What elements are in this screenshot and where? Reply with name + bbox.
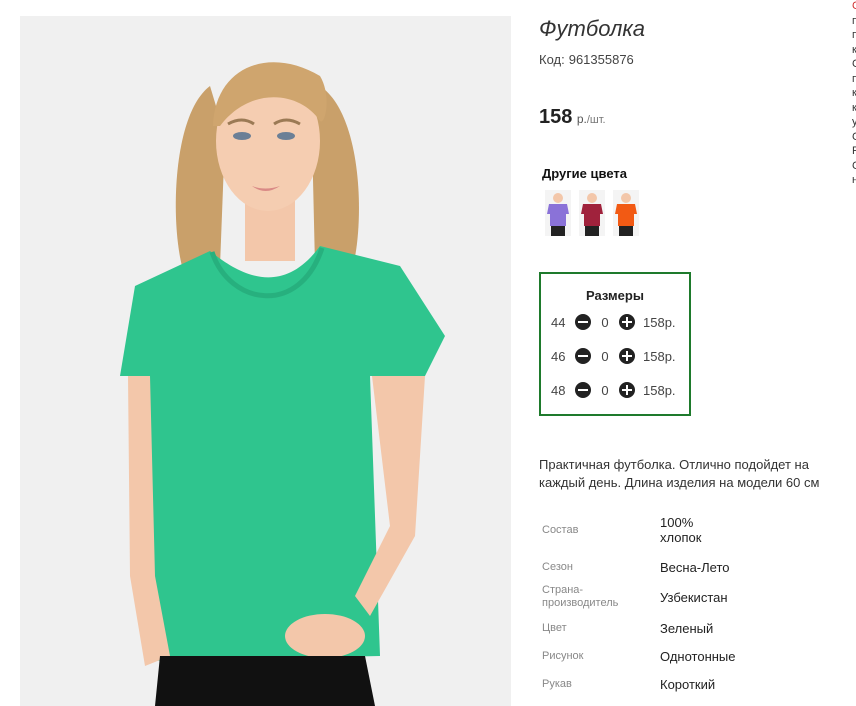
size-row: 46 0 158р. bbox=[551, 339, 689, 373]
size-qty: 0 bbox=[601, 382, 609, 398]
edge-letter: н bbox=[852, 174, 856, 186]
minus-icon[interactable] bbox=[575, 314, 591, 330]
code-label: Код: bbox=[539, 52, 565, 67]
size-row: 48 0 158р. bbox=[551, 373, 689, 407]
property-key: Рисунок bbox=[542, 649, 584, 662]
property-row: Цвет Зеленый bbox=[542, 614, 842, 642]
properties-table: Состав 100% хлопок Сезон Весна-Лето Стра… bbox=[542, 515, 842, 698]
edge-letter: п bbox=[852, 29, 856, 41]
property-value: Однотонные bbox=[660, 648, 736, 664]
property-value: Зеленый bbox=[660, 620, 714, 636]
price-currency: р. bbox=[576, 112, 587, 126]
property-row: Рукав Короткий bbox=[542, 670, 842, 698]
swatch-image bbox=[545, 190, 571, 236]
size-label: 48 bbox=[551, 382, 566, 398]
property-row: Состав 100% хлопок bbox=[542, 515, 842, 555]
clipped-side-text: С п п к С п к к у С Р С н bbox=[852, 0, 856, 188]
code-value: 961355876 bbox=[568, 52, 634, 67]
plus-icon[interactable] bbox=[619, 382, 635, 398]
size-price: 158р. bbox=[643, 314, 676, 330]
edge-letter: к bbox=[852, 101, 856, 114]
size-row: 44 0 158р. bbox=[551, 305, 689, 339]
property-key: Состав bbox=[542, 524, 579, 536]
color-swatch-purple[interactable] bbox=[545, 190, 571, 236]
product-price: 158 р./шт. bbox=[539, 106, 606, 129]
edge-letter: С bbox=[852, 159, 856, 172]
edge-letter: п bbox=[852, 72, 856, 85]
property-key: Страна-производитель bbox=[542, 584, 619, 609]
edge-letter: к bbox=[852, 43, 856, 56]
color-swatches bbox=[545, 190, 639, 236]
product-title: Футболка bbox=[539, 16, 645, 41]
edge-letter: С bbox=[852, 130, 856, 143]
property-row: Сезон Весна-Лето bbox=[542, 555, 842, 580]
sizes-box: Размеры 44 0 158р. 46 0 158р. 48 0 158р. bbox=[539, 272, 691, 416]
property-row: Страна-производитель Узбекистан bbox=[542, 580, 842, 614]
edge-letter: С bbox=[852, 0, 856, 12]
property-value: Короткий bbox=[660, 676, 716, 692]
plus-icon[interactable] bbox=[619, 348, 635, 364]
color-swatch-burgundy[interactable] bbox=[579, 190, 605, 236]
product-info: Футболка Код: 961355876 158 р./шт. Другие… bbox=[539, 0, 856, 706]
property-key: Цвет bbox=[542, 621, 567, 634]
price-per: /шт. bbox=[586, 114, 606, 126]
size-qty: 0 bbox=[601, 348, 609, 364]
sizes-heading: Размеры bbox=[586, 288, 644, 303]
other-colors-heading: Другие цвета bbox=[542, 166, 627, 181]
size-label: 44 bbox=[551, 314, 566, 330]
edge-letter: к bbox=[852, 87, 856, 99]
swatch-image bbox=[613, 190, 639, 236]
color-swatch-orange[interactable] bbox=[613, 190, 639, 236]
product-description: Практичная футболка. Отлично подойдет на… bbox=[539, 457, 820, 490]
price-value: 158 bbox=[539, 106, 573, 128]
property-value: Узбекистан bbox=[660, 589, 728, 605]
swatch-image bbox=[579, 190, 605, 236]
minus-icon[interactable] bbox=[575, 348, 591, 364]
size-price: 158р. bbox=[643, 348, 676, 364]
product-photo[interactable] bbox=[20, 16, 511, 706]
property-row: Рисунок Однотонные bbox=[542, 642, 842, 670]
model-illustration bbox=[20, 16, 511, 706]
property-value: 100% хлопок bbox=[660, 515, 702, 545]
product-code: Код: 961355876 bbox=[539, 52, 638, 67]
property-key: Сезон bbox=[542, 561, 573, 573]
size-price: 158р. bbox=[643, 382, 676, 398]
property-value: Весна-Лето bbox=[660, 560, 730, 575]
edge-letter: С bbox=[852, 58, 856, 70]
size-label: 46 bbox=[551, 348, 566, 364]
edge-letter: п bbox=[852, 14, 856, 27]
minus-icon[interactable] bbox=[575, 382, 591, 398]
edge-letter: Р bbox=[852, 145, 856, 157]
plus-icon[interactable] bbox=[619, 314, 635, 330]
edge-letter: у bbox=[852, 116, 856, 128]
size-qty: 0 bbox=[601, 314, 609, 330]
property-key: Рукав bbox=[542, 677, 572, 690]
